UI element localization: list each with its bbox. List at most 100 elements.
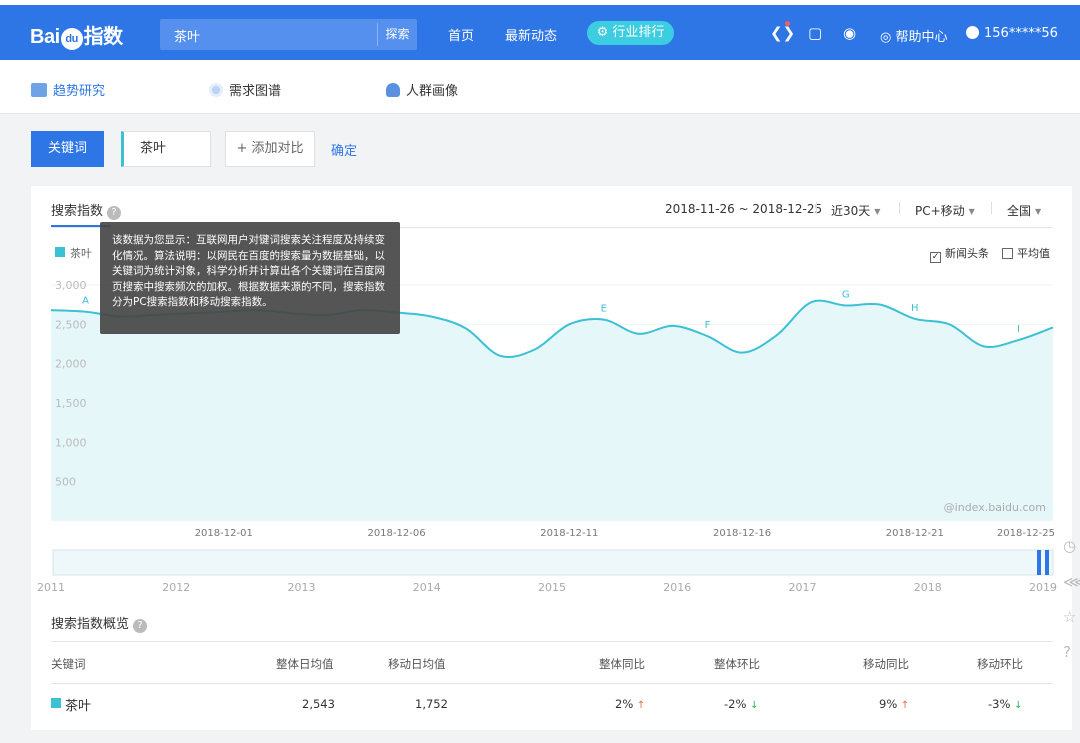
baidu-logo-icon[interactable]: ❮❯ <box>770 24 795 42</box>
x-axis-labels: 2018-12-01 2018-12-06 2018-12-11 2018-12-16… <box>195 528 1055 539</box>
watermark: @index.baidu.com <box>944 501 1046 514</box>
arrow-up-icon: ↑ <box>900 700 910 711</box>
add-compare-label: 添加对比 <box>251 141 304 156</box>
timeline-year-label: 2014 <box>413 581 441 594</box>
timeline-track[interactable] <box>52 549 1054 576</box>
x-tick-label: 2018-12-16 <box>713 528 771 539</box>
add-compare-button[interactable]: + 添加对比 <box>225 131 315 167</box>
info-icon[interactable]: ? <box>133 619 148 633</box>
logo-du-badge: du <box>60 28 83 50</box>
trend-icon <box>31 83 47 97</box>
notification-dot <box>785 21 790 26</box>
user-name: 156*****56 <box>984 26 1058 41</box>
y-tick-label: 3,000 <box>55 279 87 292</box>
col-overall-mom: 整体环比 <box>714 657 760 671</box>
industry-rank-button[interactable]: ⚙ 行业排行 <box>587 21 674 45</box>
row-overall-yoy: 2% ↑ <box>615 697 645 711</box>
timeline-labels: 2011 2012 2013 2014 2015 2016 2017 2018 2019 <box>37 581 1057 594</box>
user-menu[interactable]: 156*****56 <box>966 26 1058 41</box>
confirm-link[interactable]: 确定 <box>331 140 357 159</box>
headset-icon[interactable]: ◷ <box>1063 537 1080 555</box>
overview-title-text: 搜索指数概览 <box>51 617 130 632</box>
industry-rank-label: 行业排行 <box>612 25 665 40</box>
row-mobile-mom-value: -3% <box>988 697 1011 711</box>
timeline-year-label: 2015 <box>538 581 566 594</box>
subnav-demand-label: 需求图谱 <box>229 84 282 99</box>
phone-icon[interactable]: ▢ <box>808 24 822 42</box>
x-tick-label: 2018-12-01 <box>195 528 253 539</box>
radar-icon <box>209 83 223 97</box>
baidu-logo[interactable]: Bai du 指数 <box>30 20 123 52</box>
star-icon[interactable]: ☆ <box>1063 608 1080 626</box>
info-tooltip: 该数据为您显示：互联网用户对键词搜索关注程度及持续变化情况。算法说明：以网民在百… <box>100 222 400 334</box>
annotation-marker: E <box>601 304 607 315</box>
search-input[interactable]: 茶叶 <box>174 26 200 45</box>
keyword-tab[interactable]: 关键词 <box>31 131 104 167</box>
search-box[interactable]: 茶叶 探索 <box>160 19 417 50</box>
row-swatch <box>51 698 61 708</box>
subnav-trend-label: 趋势研究 <box>53 84 106 99</box>
arrow-down-icon: ↓ <box>750 700 759 711</box>
row-keyword: 茶叶 <box>65 699 92 714</box>
timeline-year-label: 2012 <box>162 581 190 594</box>
subnav-demand[interactable]: 需求图谱 <box>209 80 281 99</box>
overview-title: 搜索指数概览? <box>51 613 148 633</box>
col-overall-yoy: 整体同比 <box>599 657 645 671</box>
help-center-link[interactable]: ◎ 帮助中心 <box>880 26 948 45</box>
help-label: 帮助中心 <box>895 30 948 45</box>
row-overall-yoy-value: 2% <box>615 697 634 711</box>
x-tick-label: 2018-12-11 <box>540 528 598 539</box>
x-tick-label: 2018-12-25 <box>997 528 1055 539</box>
annotation-marker: F <box>705 320 711 331</box>
timeline-year-label: 2017 <box>789 581 817 594</box>
annotation-marker: I <box>1017 324 1020 335</box>
row-mobile-mom: -3% ↓ <box>988 697 1022 711</box>
subnav-crowd-label: 人群画像 <box>406 84 459 99</box>
timeline-handle-left[interactable] <box>1037 550 1041 575</box>
timeline-year-label: 2016 <box>663 581 691 594</box>
logo-text-index: 指数 <box>83 26 124 48</box>
col-mobile-yoy: 移动同比 <box>863 657 909 671</box>
row-mobile-yoy-value: 9% <box>879 697 898 711</box>
timeline-year-label: 2018 <box>914 581 942 594</box>
timeline-year-label: 2013 <box>288 581 316 594</box>
col-mobile-avg: 移动日均值 <box>388 657 446 671</box>
logo-text-bai: Bai <box>30 26 60 48</box>
keyword-input[interactable]: 茶叶 <box>121 131 211 167</box>
overview-divider <box>51 641 1053 642</box>
x-tick-label: 2018-12-21 <box>886 528 944 539</box>
row-mobile-yoy: 9% ↑ <box>879 697 909 711</box>
arrow-up-icon: ↑ <box>636 700 646 711</box>
row-overall-avg: 2,543 <box>302 697 335 711</box>
subnav-trend[interactable]: 趋势研究 <box>31 80 105 99</box>
y-tick-label: 2,000 <box>55 358 87 371</box>
overview-row-divider <box>51 683 1053 684</box>
user-avatar-icon <box>966 26 979 39</box>
row-mobile-avg: 1,752 <box>415 697 448 711</box>
timeline-year-label: 2011 <box>37 581 65 594</box>
annotation-marker: H <box>911 303 919 314</box>
subnav-crowd[interactable]: 人群画像 <box>386 80 458 99</box>
y-tick-label: 2,500 <box>55 318 87 331</box>
x-tick-label: 2018-12-06 <box>367 528 425 539</box>
timeline-handle-right[interactable] <box>1045 550 1049 575</box>
wechat-icon[interactable]: ◉ <box>843 24 856 42</box>
col-mobile-mom: 移动环比 <box>977 657 1023 671</box>
y-tick-label: 1,000 <box>55 436 87 449</box>
nav-home[interactable]: 首页 <box>448 25 474 44</box>
row-overall-mom: -2% ↓ <box>724 697 758 711</box>
arrow-down-icon: ↓ <box>1014 700 1023 711</box>
sub-navbar <box>0 60 1080 114</box>
help-circle-icon[interactable]: ? <box>1063 643 1080 661</box>
annotation-marker: A <box>82 296 89 307</box>
help-icon: ◎ <box>880 30 896 45</box>
annotation-marker: G <box>842 289 850 300</box>
share-icon[interactable]: ⋘ <box>1063 573 1080 591</box>
nav-news[interactable]: 最新动态 <box>505 25 557 44</box>
search-button[interactable]: 探索 <box>377 23 417 46</box>
y-tick-label: 1,500 <box>55 397 87 410</box>
timeline-year-label: 2019 <box>1029 581 1057 594</box>
col-overall-avg: 整体日均值 <box>276 657 334 671</box>
top-edge <box>0 0 1080 5</box>
row-overall-mom-value: -2% <box>724 697 747 711</box>
